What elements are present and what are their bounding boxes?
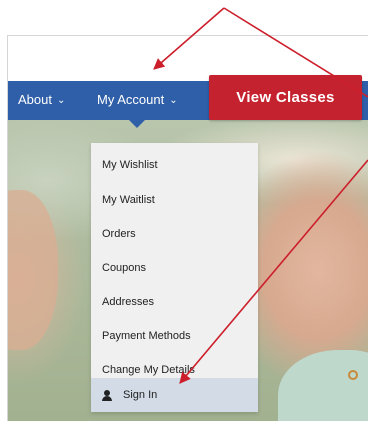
menu-item-payment-methods[interactable]: Payment Methods bbox=[91, 319, 258, 353]
view-classes-label: View Classes bbox=[236, 89, 335, 106]
view-classes-button[interactable]: View Classes bbox=[209, 75, 362, 120]
nav-my-account[interactable]: My Account ⌄ bbox=[97, 91, 178, 111]
chevron-down-icon: ⌄ bbox=[169, 95, 178, 106]
menu-item-addresses[interactable]: Addresses bbox=[91, 285, 258, 319]
chevron-down-icon: ⌄ bbox=[56, 95, 66, 106]
nav-my-account-label: My Account bbox=[97, 92, 165, 107]
earring-detail bbox=[348, 370, 358, 380]
sign-in-label: Sign In bbox=[123, 389, 158, 401]
nav-about[interactable]: About ⌄ bbox=[18, 91, 65, 111]
menu-item-waitlist[interactable]: My Waitlist bbox=[91, 183, 258, 217]
menu-item-wishlist[interactable]: My Wishlist bbox=[91, 148, 258, 182]
nav-about-label: About bbox=[18, 92, 52, 107]
menu-item-orders[interactable]: Orders bbox=[91, 217, 258, 251]
website-frame: About ⌄ My Account ⌄ View Classes My Wishl… bbox=[7, 35, 368, 421]
dropdown-caret bbox=[129, 120, 145, 128]
user-icon bbox=[102, 389, 112, 401]
account-dropdown-menu: My Wishlist My Waitlist Orders Coupons A… bbox=[91, 143, 258, 412]
hero-person-shoulder bbox=[278, 350, 368, 421]
menu-item-coupons[interactable]: Coupons bbox=[91, 251, 258, 285]
hero-person-left bbox=[8, 190, 58, 350]
menu-item-sign-in[interactable]: Sign In bbox=[91, 378, 258, 412]
